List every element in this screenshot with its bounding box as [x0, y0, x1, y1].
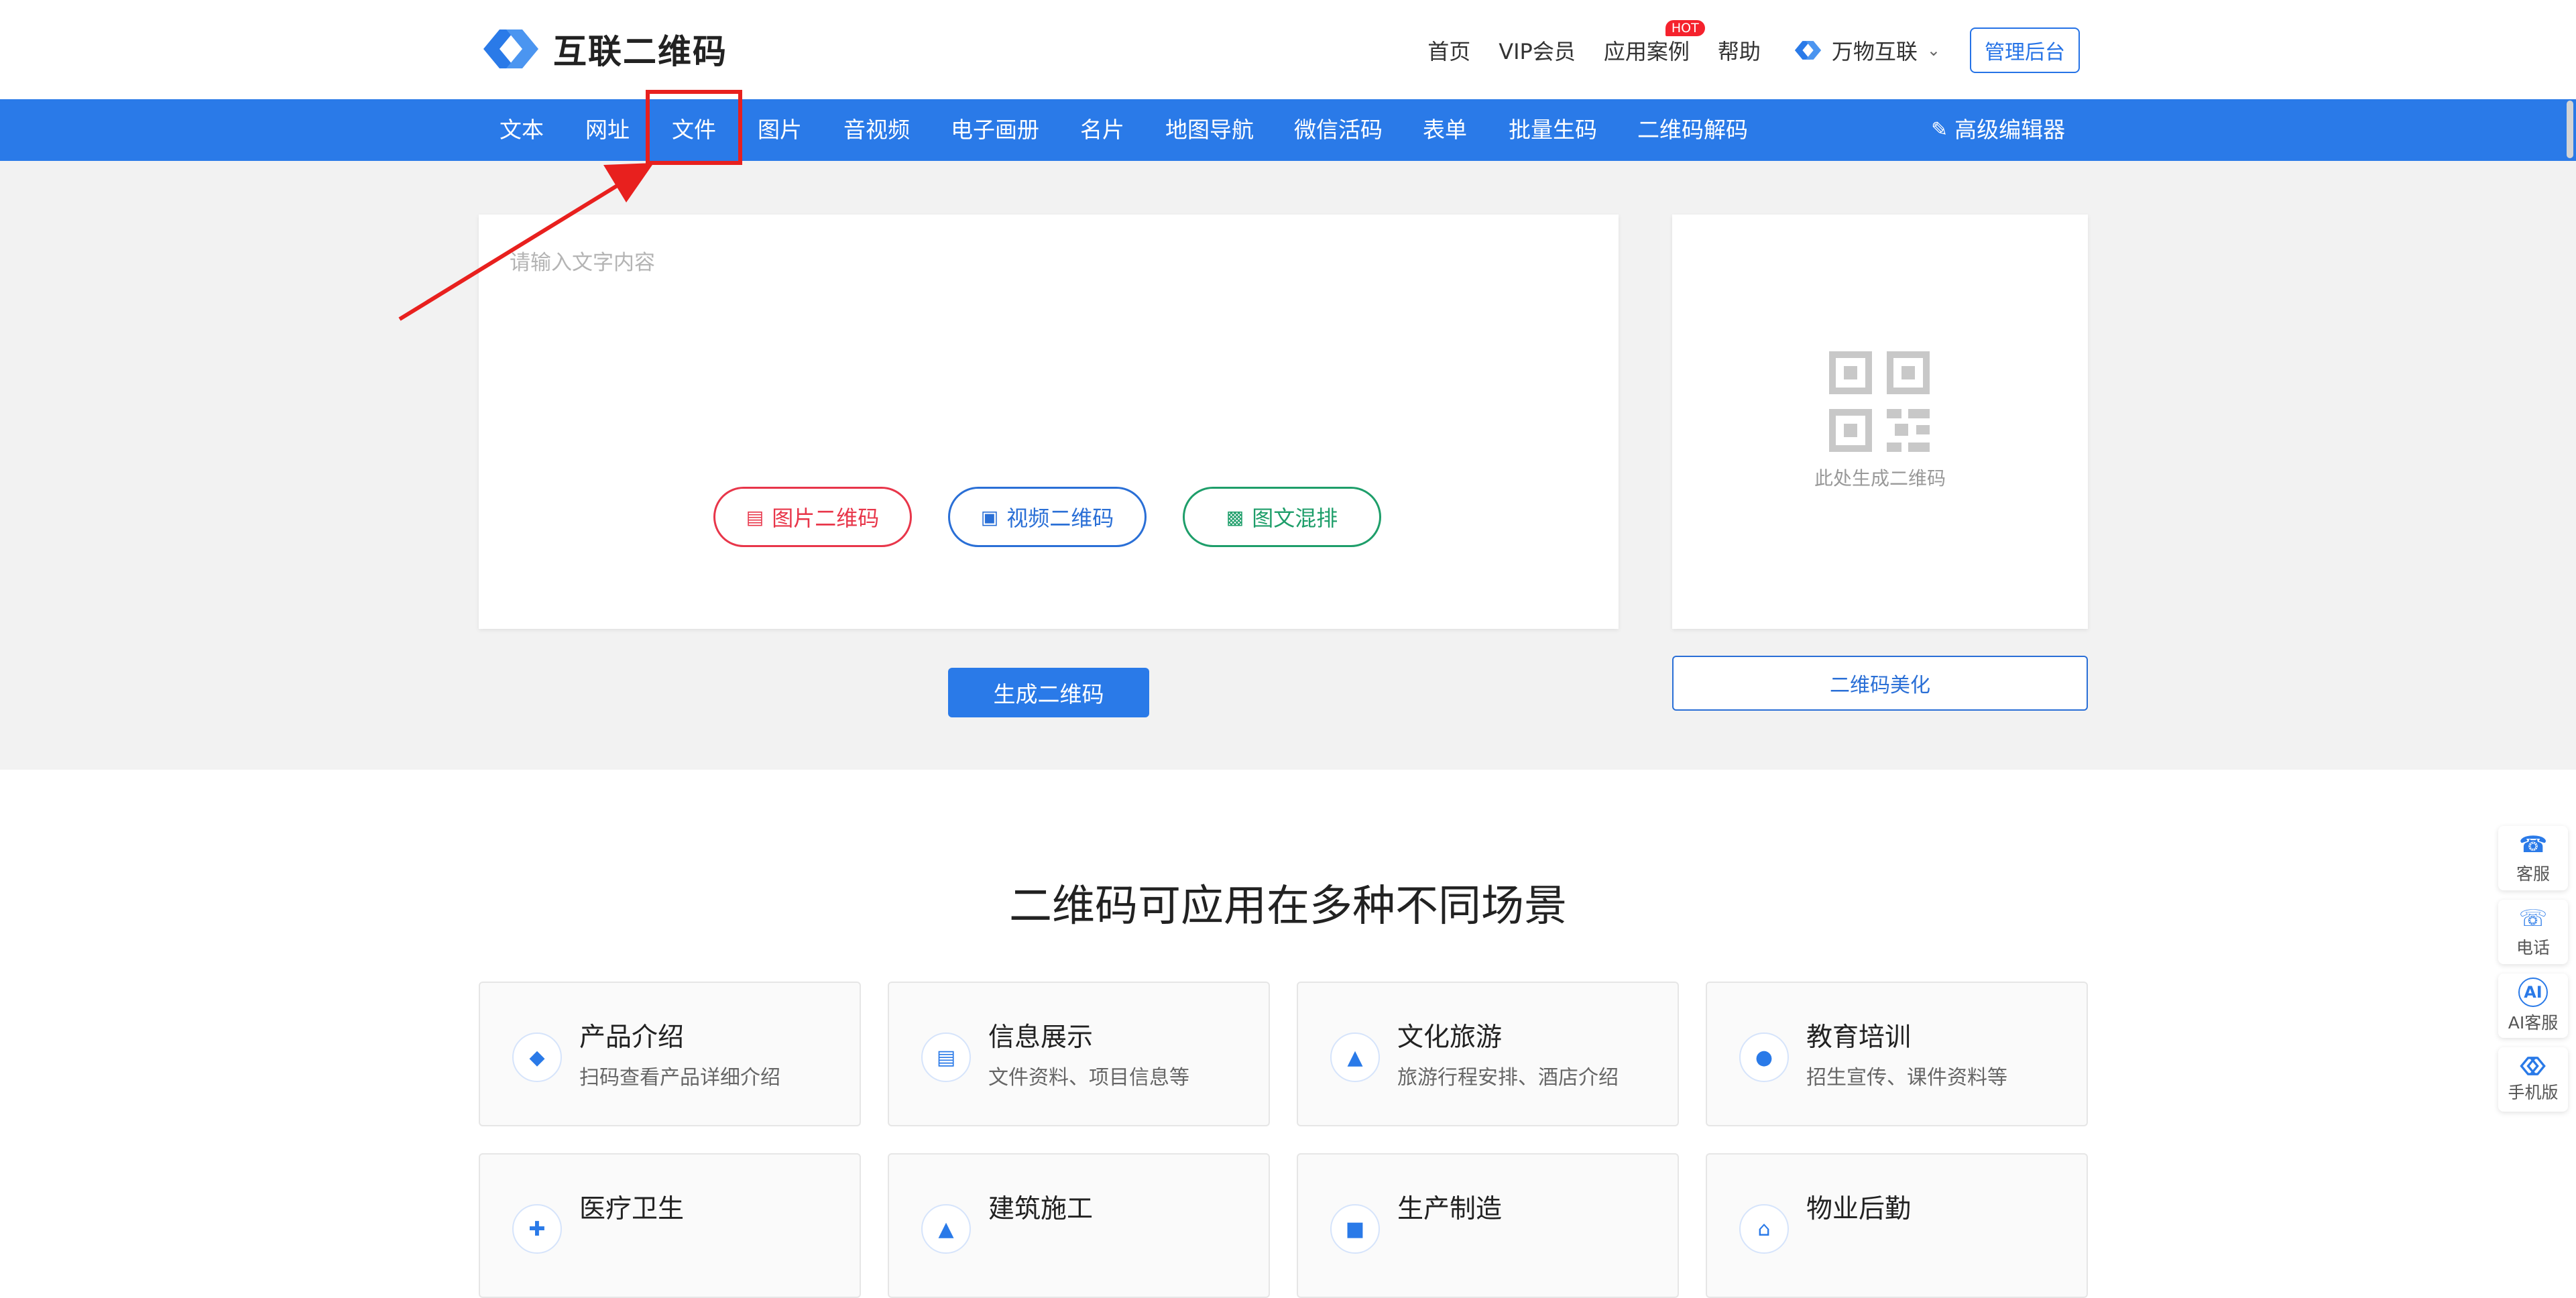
- scenario-card[interactable]: ▲ 建筑施工: [888, 1153, 1270, 1298]
- scenarios-title: 二维码可应用在多种不同场景: [1009, 882, 1567, 931]
- headset-icon: ☎: [2518, 831, 2548, 858]
- image-qr-button[interactable]: ▤ 图片二维码: [713, 487, 912, 547]
- scenario-card[interactable]: ■ 生产制造: [1297, 1153, 1679, 1298]
- tab-image[interactable]: 图片: [758, 99, 802, 161]
- scenario-desc: 扫码查看产品详细介绍: [579, 1066, 780, 1089]
- nav-home[interactable]: 首页: [1427, 35, 1470, 66]
- tab-url[interactable]: 网址: [585, 99, 630, 161]
- text-editor[interactable]: 请输入文字内容 ▤ 图片二维码 ▣ 视频二维码 ▩ 图文混排: [479, 215, 1619, 629]
- image-qr-label: 图片二维码: [772, 506, 880, 531]
- ai-chat-icon: AI: [2518, 978, 2548, 1007]
- scenario-card[interactable]: ● 教育培训 招生宣传、课件资料等: [1706, 982, 2088, 1126]
- hot-badge: HOT: [1665, 20, 1705, 36]
- editor-placeholder: 请输入文字内容: [510, 251, 655, 275]
- travel-icon: ▲: [1330, 1032, 1380, 1082]
- video-qr-label: 视频二维码: [1006, 506, 1114, 531]
- scenario-title: 物业后勤: [1806, 1194, 1912, 1224]
- construction-icon: ▲: [921, 1204, 971, 1254]
- qr-beautify-button[interactable]: 二维码美化: [1672, 656, 2088, 711]
- layout-icon: ▩: [1226, 506, 1244, 528]
- top-nav: 首页 VIP会员 应用案例 HOT 帮助 万物互联 ⌄ 管理后台: [1399, 20, 2080, 74]
- generate-qr-button[interactable]: 生成二维码: [948, 668, 1149, 717]
- nav-cases-label: 应用案例: [1603, 39, 1690, 64]
- sidebar-label: 电话: [2516, 938, 2550, 957]
- nav-vip[interactable]: VIP会员: [1499, 35, 1576, 66]
- top-header: 互联二维码 首页 VIP会员 应用案例 HOT 帮助 万物互联 ⌄ 管理后台: [0, 0, 2576, 99]
- brand-link-label: 万物互联: [1831, 39, 1918, 64]
- scenario-card[interactable]: ◆ 产品介绍 扫码查看产品详细介绍: [479, 982, 861, 1126]
- phone-button[interactable]: ☏ 电话: [2498, 900, 2568, 964]
- scenario-card[interactable]: ▲ 文化旅游 旅游行程安排、酒店介绍: [1297, 982, 1679, 1126]
- sidebar-label: 客服: [2516, 864, 2550, 884]
- graduation-cap-icon: ●: [1739, 1032, 1789, 1082]
- scenario-card[interactable]: ▤ 信息展示 文件资料、项目信息等: [888, 982, 1270, 1126]
- tab-brochure[interactable]: 电子画册: [951, 99, 1039, 161]
- brand-logo-icon: [1794, 41, 1822, 60]
- document-icon: ▤: [921, 1032, 971, 1082]
- scenario-title: 文化旅游: [1397, 1022, 1503, 1053]
- advanced-editor-label: 高级编辑器: [1954, 117, 2066, 143]
- mobile-logo-icon: [2520, 1057, 2546, 1075]
- scenario-desc: 文件资料、项目信息等: [988, 1066, 1189, 1089]
- tab-wechat-live-code[interactable]: 微信活码: [1294, 99, 1383, 161]
- factory-icon: ■: [1330, 1204, 1380, 1254]
- tab-text[interactable]: 文本: [500, 99, 544, 161]
- video-qr-button[interactable]: ▣ 视频二维码: [948, 487, 1147, 547]
- qr-code-icon: [1829, 351, 1930, 452]
- logo-icon: [483, 30, 538, 68]
- annotation-highlight-box: [646, 90, 742, 165]
- brand-dropdown[interactable]: 万物互联 ⌄: [1793, 35, 1940, 66]
- nav-cases[interactable]: 应用案例 HOT: [1603, 20, 1705, 66]
- edit-icon: ✎: [1931, 118, 1948, 141]
- scenario-desc: 旅游行程安排、酒店介绍: [1397, 1066, 1619, 1089]
- qr-placeholder-text: 此处生成二维码: [1814, 467, 1946, 489]
- chevron-down-icon: ⌄: [1926, 41, 1940, 60]
- image-icon: ▤: [746, 506, 764, 528]
- qr-preview-panel: 此处生成二维码: [1672, 215, 2088, 629]
- sidebar-label: AI客服: [2508, 1013, 2559, 1032]
- mixed-layout-label: 图文混排: [1252, 506, 1338, 531]
- site-logo[interactable]: 互联二维码: [479, 24, 727, 74]
- scenario-title: 建筑施工: [988, 1194, 1094, 1224]
- scenario-title: 医疗卫生: [579, 1194, 685, 1224]
- sidebar-label: 手机版: [2508, 1083, 2559, 1102]
- video-icon: ▣: [980, 506, 999, 528]
- scenario-title: 教育培训: [1806, 1022, 1912, 1053]
- tab-business-card[interactable]: 名片: [1080, 99, 1124, 161]
- customer-service-button[interactable]: ☎ 客服: [2498, 826, 2568, 890]
- medical-icon: ✚: [512, 1204, 562, 1254]
- tab-map-navigation[interactable]: 地图导航: [1165, 99, 1254, 161]
- cube-icon: ◆: [512, 1032, 562, 1082]
- scenario-title: 产品介绍: [579, 1022, 685, 1053]
- tab-batch-generate[interactable]: 批量生码: [1509, 99, 1597, 161]
- tab-qr-decode[interactable]: 二维码解码: [1637, 99, 1748, 161]
- scenario-desc: 招生宣传、课件资料等: [1806, 1066, 2007, 1089]
- property-icon: ⌂: [1739, 1204, 1789, 1254]
- advanced-editor-link[interactable]: ✎ 高级编辑器: [1931, 99, 2065, 161]
- logo-text: 互联二维码: [553, 32, 727, 71]
- scrollbar-thumb[interactable]: [2567, 101, 2573, 158]
- qr-type-tabs: 文本 网址 文件 图片 音视频 电子画册 名片 地图导航 微信活码 表单 批量生…: [0, 99, 2576, 161]
- mobile-version-button[interactable]: 手机版: [2498, 1047, 2568, 1112]
- scenario-title: 生产制造: [1397, 1194, 1503, 1224]
- mixed-layout-button[interactable]: ▩ 图文混排: [1183, 487, 1381, 547]
- scenario-card[interactable]: ⌂ 物业后勤: [1706, 1153, 2088, 1298]
- ai-chat-button[interactable]: AI AI客服: [2498, 973, 2568, 1038]
- tab-form[interactable]: 表单: [1423, 99, 1467, 161]
- tab-audio-video[interactable]: 音视频: [843, 99, 910, 161]
- scenario-card[interactable]: ✚ 医疗卫生: [479, 1153, 861, 1298]
- nav-help[interactable]: 帮助: [1718, 35, 1761, 66]
- phone-icon: ☏: [2518, 905, 2548, 932]
- admin-button[interactable]: 管理后台: [1970, 27, 2080, 73]
- scenario-title: 信息展示: [988, 1022, 1094, 1053]
